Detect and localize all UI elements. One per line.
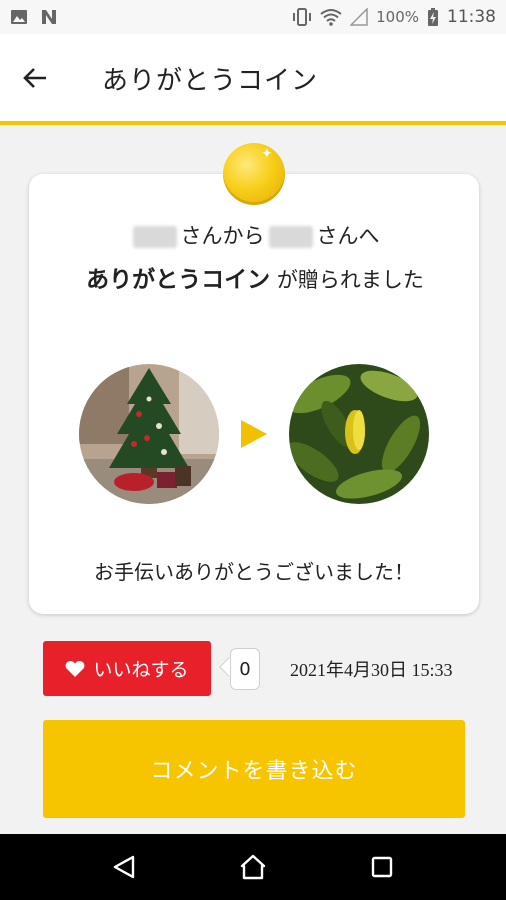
status-left [10,8,58,26]
vibrate-icon [293,8,312,26]
nav-recents-icon [371,856,392,878]
arrow-right-icon [241,420,267,448]
nav-back-icon [114,855,135,879]
heart-icon [66,660,85,677]
leaves-image [289,364,429,504]
page-title: ありがとうコイン [102,65,319,96]
gift-rest-text: が贈られました [276,268,424,292]
christmas-tree-image [79,364,219,504]
nav-home-icon [240,854,266,880]
nav-recents-button[interactable] [362,847,402,887]
app-bar: ありがとうコイン [0,34,506,122]
coin-icon [223,143,285,205]
timestamp: 2021年4月30日 15:33 [290,660,453,680]
gift-strong-text: ありがとうコイン [86,267,271,293]
wifi-icon [320,9,342,26]
status-right: 100% 11:38 [292,7,496,27]
gallery-icon [11,10,27,24]
receiver-name-blurred [268,226,313,248]
notification-n-icon [42,10,56,24]
sender-receiver-line: さんから さんへ [29,220,479,250]
nav-home-button[interactable] [233,847,273,887]
sender-avatar[interactable] [79,364,219,504]
gift-message: ありがとうコイン が贈られました [60,258,450,302]
arrow-left-icon [23,68,46,88]
sparkle-icon: ✦ [261,146,273,162]
system-nav-bar [0,834,506,900]
app-bar-divider [0,121,506,125]
nav-back-button[interactable] [104,847,144,887]
to-text: さんへ [316,224,380,248]
write-comment-button[interactable]: コメントを書き込む [43,720,465,818]
status-bar: 100% 11:38 [0,0,506,34]
receiver-avatar[interactable] [289,364,429,504]
status-time: 11:38 [447,7,496,27]
battery-charging-icon [428,8,438,26]
back-button[interactable] [0,34,70,122]
like-button[interactable]: いいねする [43,641,211,696]
coin-message: お手伝いありがとうございました！ [94,560,414,584]
signal-icon [350,8,368,26]
like-label: いいねする [93,659,189,681]
from-text: さんから [180,224,265,248]
sender-name-blurred [132,226,177,248]
like-count-badge: 0 [230,648,260,690]
battery-percent: 100% [376,8,419,26]
